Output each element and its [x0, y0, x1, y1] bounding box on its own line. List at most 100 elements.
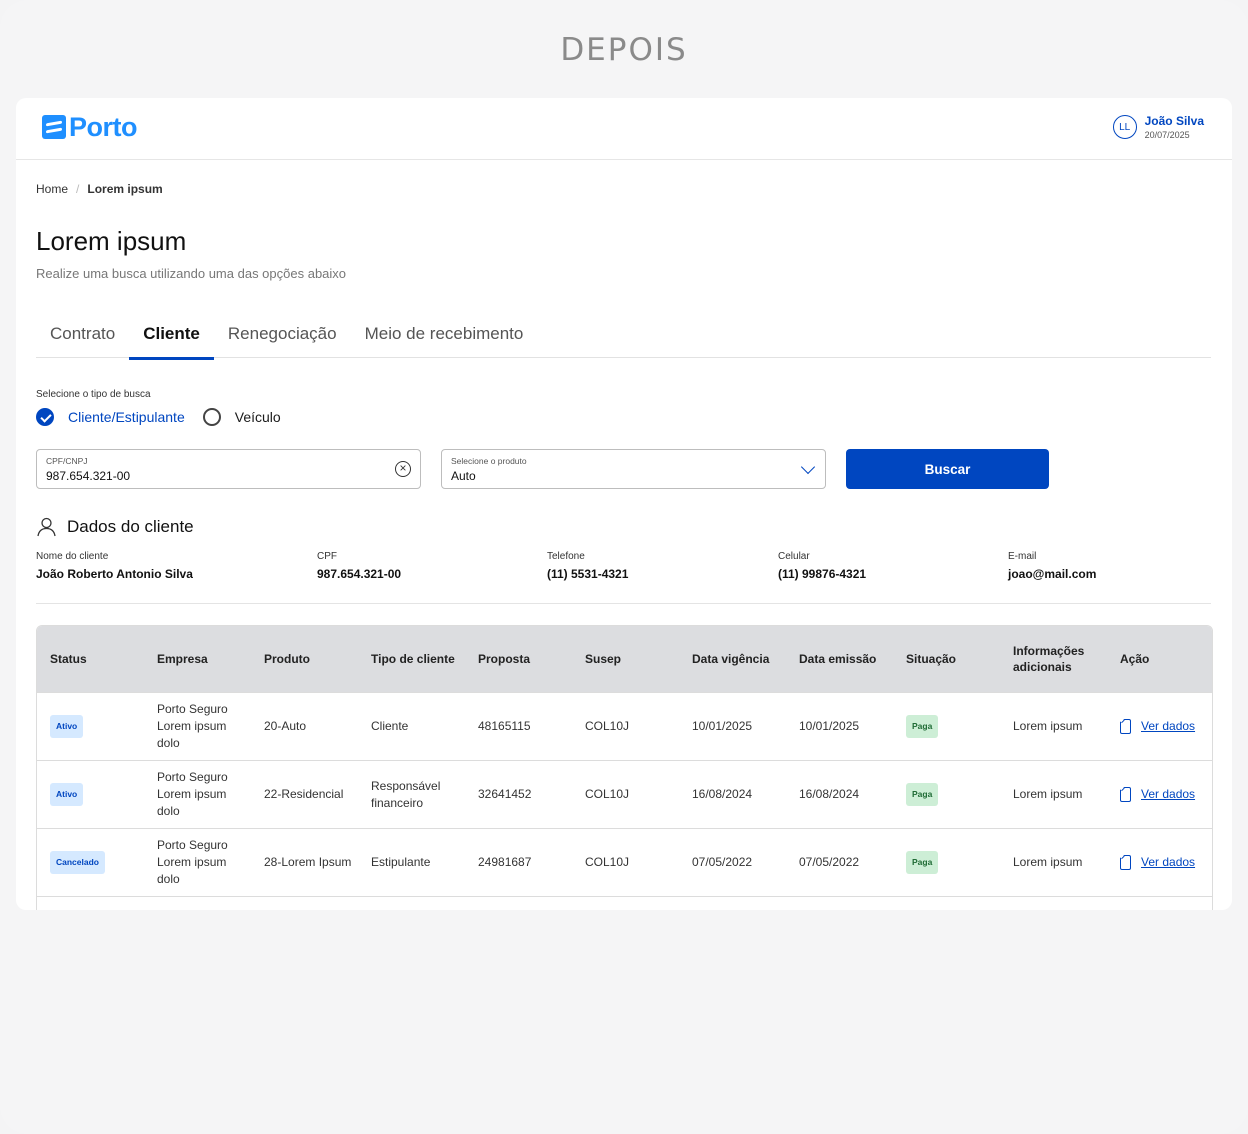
cell-tipo-cliente: Responsável financeiro: [371, 778, 441, 810]
search-type-radio-group: Cliente/Estipulante Veículo: [36, 408, 299, 426]
status-badge: Cancelado: [50, 851, 105, 874]
column-header[interactable]: Status: [37, 651, 144, 667]
column-header[interactable]: Proposta: [465, 651, 572, 667]
cell-info: Lorem ipsum: [1013, 719, 1083, 733]
page-subtitle: Realize uma busca utilizando uma das opç…: [36, 266, 347, 281]
user-name: João Silva: [1144, 114, 1204, 128]
cell-empresa: Porto Seguro Lorem ipsum dolo: [157, 702, 228, 750]
cell-data-vigencia: 16/08/2024: [692, 787, 753, 801]
tab-contrato[interactable]: Contrato: [36, 316, 129, 357]
info-value: 987.654.321-00: [317, 567, 402, 581]
breadcrumb-home[interactable]: Home: [36, 182, 68, 196]
user-date: 20/07/2025: [1144, 130, 1190, 140]
cell-info: Lorem ipsum: [1013, 787, 1083, 801]
tab-cliente[interactable]: Cliente: [129, 316, 214, 360]
table-header: Status Empresa Produto Tipo de cliente P…: [37, 626, 1212, 692]
view-data-link[interactable]: Ver dados: [1120, 786, 1212, 803]
screen-frame: DEPOIS Porto LL João Silva 20/07/2025 Ho…: [0, 0, 1248, 1134]
table-row: Ativo Porto Seguro Lorem ipsum dolo 20-A…: [37, 692, 1212, 760]
cell-susep: COL10J: [585, 719, 630, 733]
divider: [36, 603, 1211, 604]
field-value: 987.654.321-00: [46, 469, 131, 483]
column-header[interactable]: Susep: [572, 651, 679, 667]
page-title: Lorem ipsum: [36, 226, 187, 256]
client-section-heading: Dados do cliente: [36, 516, 194, 537]
radio-veiculo[interactable]: Veículo: [202, 408, 281, 426]
cell-data-emissao: 10/01/2025: [799, 719, 860, 733]
field-label: CPF/CNPJ: [46, 456, 88, 466]
top-bar: Porto LL João Silva 20/07/2025: [16, 98, 1232, 160]
user-menu[interactable]: LL João Silva 20/07/2025: [1112, 114, 1204, 140]
tab-meio-de-recebimento[interactable]: Meio de recebimento: [351, 316, 538, 357]
client-field-celular: Celular (11) 99876-4321: [778, 551, 866, 581]
app-window: Porto LL João Silva 20/07/2025 Home / Lore…: [16, 98, 1232, 910]
document-icon: [1120, 787, 1131, 802]
client-field-telefone: Telefone (11) 5531-4321: [547, 551, 628, 581]
radio-checked-icon: [36, 408, 54, 426]
table-row-partial: [37, 896, 1212, 910]
radio-label: Veículo: [234, 409, 281, 425]
view-data-link[interactable]: Ver dados: [1120, 854, 1212, 871]
link-label: Ver dados: [1141, 787, 1196, 801]
cell-empresa: Porto Seguro Lorem ipsum dolo: [157, 770, 228, 818]
product-select[interactable]: Selecione o produto Auto: [441, 449, 826, 489]
cell-produto: 22-Residencial: [264, 787, 344, 801]
info-label: Celular: [778, 551, 810, 562]
client-field-email: E-mail joao@mail.com: [1008, 551, 1096, 581]
search-type-label: Selecione o tipo de busca: [36, 389, 151, 400]
client-heading-text: Dados do cliente: [67, 516, 194, 536]
column-header[interactable]: Ação: [1107, 651, 1212, 667]
column-header[interactable]: Data emissão: [786, 651, 893, 667]
logo-text: Porto: [69, 112, 138, 142]
breadcrumb-current: Lorem ipsum: [87, 182, 163, 196]
cell-info: Lorem ipsum: [1013, 855, 1083, 869]
radio-unchecked-icon: [202, 408, 221, 426]
status-badge: Ativo: [50, 715, 84, 738]
cell-proposta: 48165115: [478, 719, 531, 733]
link-label: Ver dados: [1141, 855, 1196, 869]
client-field-cpf: CPF 987.654.321-00: [317, 551, 401, 581]
porto-logo[interactable]: Porto: [42, 112, 138, 142]
cpf-cnpj-field[interactable]: CPF/CNPJ 987.654.321-00 ×: [36, 449, 421, 489]
cell-data-vigencia: 07/05/2022: [692, 855, 753, 869]
info-label: Telefone: [547, 551, 585, 562]
client-field-name: Nome do cliente João Roberto Antonio Sil…: [36, 551, 193, 581]
status-badge: Ativo: [50, 783, 84, 806]
document-icon: [1120, 855, 1131, 870]
info-value: João Roberto Antonio Silva: [36, 567, 193, 581]
info-value: (11) 5531-4321: [547, 567, 629, 581]
column-header[interactable]: Situação: [893, 651, 1000, 667]
situacao-badge: Paga: [906, 715, 939, 738]
cell-data-emissao: 07/05/2022: [799, 855, 860, 869]
cell-proposta: 24981687: [478, 855, 532, 869]
column-header[interactable]: Data vigência: [679, 651, 786, 667]
results-table: Status Empresa Produto Tipo de cliente P…: [36, 625, 1213, 910]
column-header[interactable]: Tipo de cliente: [358, 651, 465, 667]
avatar: LL: [1112, 115, 1137, 139]
cell-tipo-cliente: Estipulante: [371, 855, 431, 869]
cell-produto: 28-Lorem Ipsum: [264, 855, 352, 869]
radio-cliente-estipulante[interactable]: Cliente/Estipulante: [36, 408, 185, 426]
breadcrumb-separator: /: [76, 182, 80, 196]
cell-data-vigencia: 10/01/2025: [692, 719, 753, 733]
cell-empresa: Porto Seguro Lorem ipsum dolo: [157, 838, 228, 886]
view-data-link[interactable]: Ver dados: [1120, 718, 1212, 735]
user-icon: [37, 517, 56, 537]
column-header[interactable]: Informações adicionais: [1000, 643, 1107, 675]
cell-tipo-cliente: Cliente: [371, 719, 409, 733]
clear-icon[interactable]: ×: [395, 461, 411, 477]
field-label: Selecione o produto: [451, 456, 527, 466]
situacao-badge: Paga: [906, 851, 939, 874]
caption: DEPOIS: [560, 32, 688, 68]
logo-mark-icon: [42, 115, 66, 139]
column-header[interactable]: Empresa: [144, 651, 251, 667]
tab-renegociacao[interactable]: Renegociação: [214, 316, 351, 357]
column-header[interactable]: Produto: [251, 651, 358, 667]
cell-proposta: 32641452: [478, 787, 532, 801]
search-button[interactable]: Buscar: [846, 449, 1049, 489]
situacao-badge: Paga: [906, 783, 939, 806]
link-label: Ver dados: [1141, 719, 1196, 733]
field-value: Auto: [451, 469, 476, 483]
radio-label: Cliente/Estipulante: [68, 409, 185, 425]
cell-susep: COL10J: [585, 855, 630, 869]
